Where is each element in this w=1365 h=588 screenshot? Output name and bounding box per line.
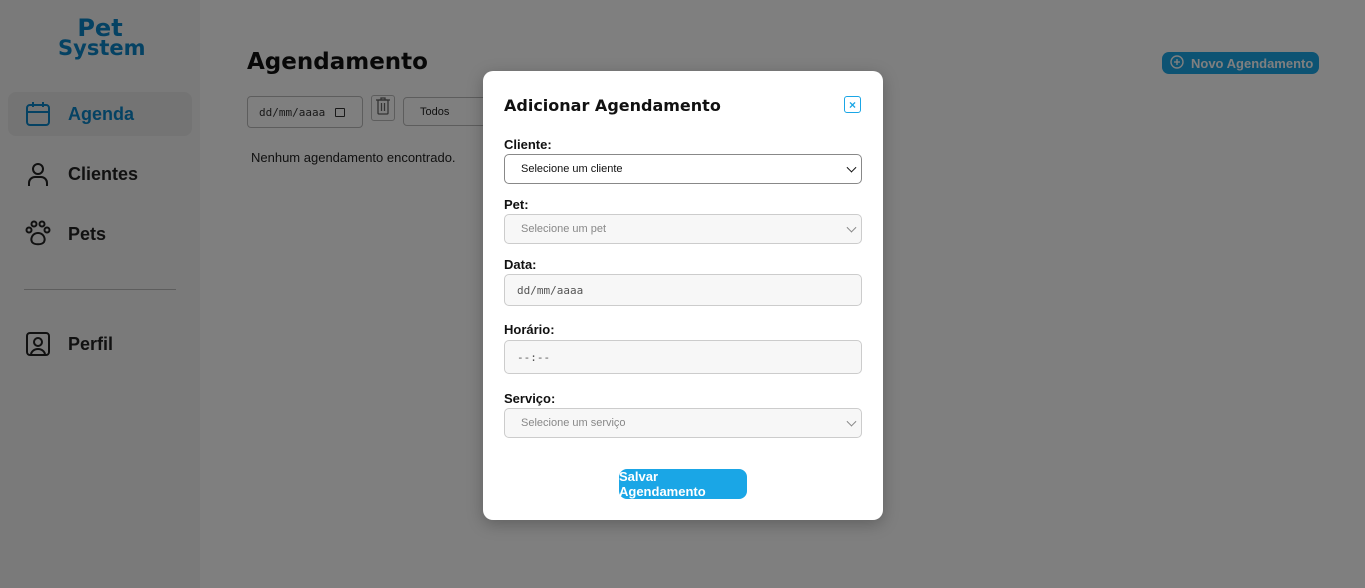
save-appointment-button[interactable]: Salvar Agendamento [619, 469, 747, 499]
data-label: Data: [504, 257, 537, 272]
cliente-label: Cliente: [504, 137, 552, 152]
chevron-down-icon [846, 416, 857, 427]
servico-select[interactable]: Selecione um serviço [504, 408, 862, 438]
add-appointment-modal: Adicionar Agendamento × Cliente: Selecio… [483, 71, 883, 520]
cliente-select[interactable]: Selecione um cliente [504, 154, 862, 184]
servico-select-value: Selecione um serviço [521, 417, 626, 429]
date-input-value: dd/mm/aaaa [517, 283, 584, 297]
date-input[interactable]: dd/mm/aaaa [504, 274, 862, 306]
close-modal-button[interactable]: × [844, 96, 861, 113]
cliente-select-value: Selecione um cliente [521, 163, 623, 175]
pet-select-value: Selecione um pet [521, 223, 606, 235]
chevron-down-icon [846, 162, 857, 173]
time-input-value: --:-- [517, 350, 551, 364]
servico-label: Serviço: [504, 391, 556, 406]
time-input[interactable]: --:-- [504, 340, 862, 374]
pet-label: Pet: [504, 197, 529, 212]
modal-title: Adicionar Agendamento [504, 96, 721, 115]
chevron-down-icon [846, 222, 857, 233]
horario-label: Horário: [504, 322, 555, 337]
close-icon: × [848, 97, 856, 112]
pet-select[interactable]: Selecione um pet [504, 214, 862, 244]
